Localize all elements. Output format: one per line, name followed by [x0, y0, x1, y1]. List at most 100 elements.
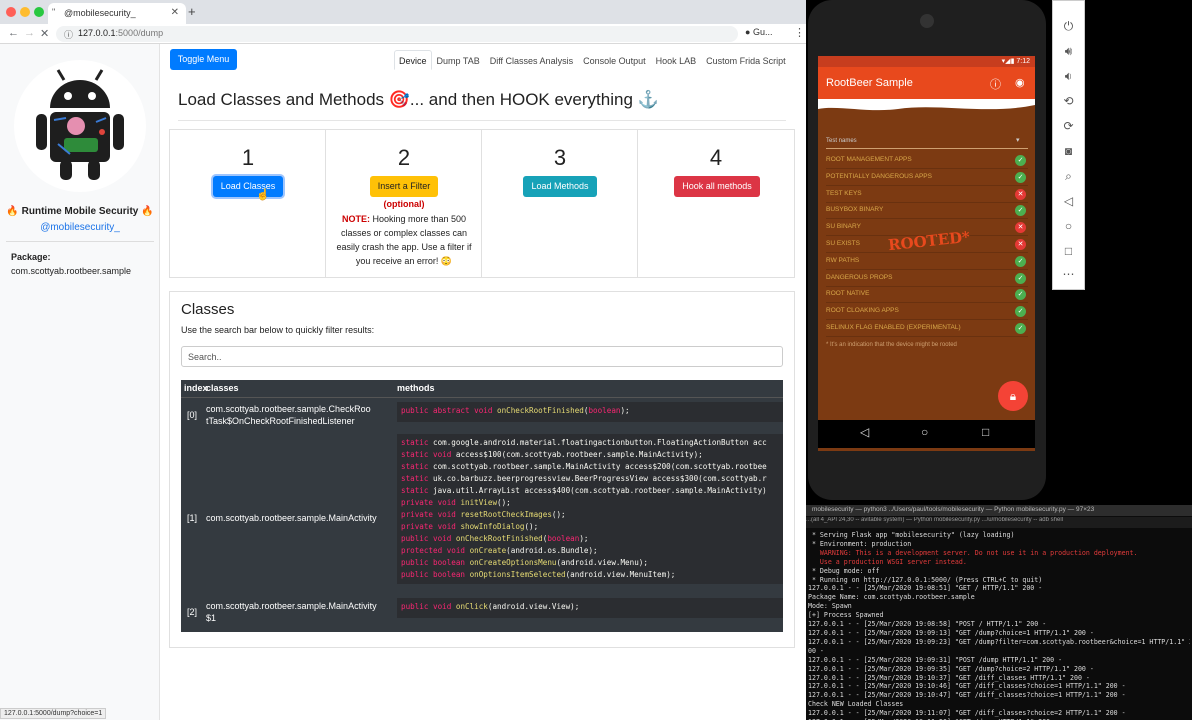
rotate-right-icon[interactable]: ⟳: [1053, 119, 1084, 133]
terminal-line: 127.0.0.1 - - [25/Mar/2020 19:10:46] "GE…: [808, 682, 1126, 691]
check-icon: ✓: [1015, 289, 1026, 301]
test-row: ROOT MANAGEMENT APPS ✓: [826, 153, 1028, 169]
wifi-icon: ▾◢▮: [1001, 58, 1017, 65]
hook-all-methods-button[interactable]: Hook all methods: [674, 176, 760, 197]
profile-button[interactable]: ● Gu...: [745, 27, 772, 37]
minimize-window-button[interactable]: [20, 7, 30, 17]
tab-title: @mobilesecurity_: [64, 8, 136, 18]
overview-icon[interactable]: □: [1053, 244, 1084, 258]
stop-icon[interactable]: ✕: [40, 27, 49, 40]
info-icon[interactable]: ⓘ: [990, 76, 1001, 92]
overview-icon[interactable]: □: [982, 425, 989, 439]
terminal-line: Check NEW Loaded Classes: [808, 700, 904, 709]
test-name: POTENTIALLY DANGEROUS APPS: [826, 172, 932, 180]
terminal-line: Mode: Spawn: [808, 602, 852, 611]
terminal-line: 127.0.0.1 - - [25/Mar/2020 19:09:35] "GE…: [808, 664, 1094, 673]
toggle-menu-button[interactable]: Toggle Menu: [170, 49, 237, 70]
check-icon: ✓: [1015, 255, 1026, 267]
step-number: 2: [397, 145, 411, 170]
load-classes-button[interactable]: Load Classes: [213, 176, 283, 197]
power-icon[interactable]: ⏻: [1053, 19, 1084, 34]
url-host: 127.0.0.1: [78, 28, 116, 38]
test-row: TEST KEYS ✕: [826, 187, 1028, 203]
browser-window: " @mobilesecurity_ ✕ + ← → ✕ ⓘ 127.0.0.1…: [0, 0, 806, 720]
check-icon: ✓: [1015, 272, 1026, 284]
terminal-tabs[interactable]: ...(all 4_API 24,30 -- avitable system) …: [806, 517, 1192, 528]
optional-label: (optional): [383, 199, 425, 209]
close-window-button[interactable]: [6, 7, 16, 17]
back-icon[interactable]: ←: [8, 27, 19, 39]
chevron-down-icon[interactable]: ▾: [1016, 136, 1020, 144]
classes-table: index classes methods [0] com.scottyab.r…: [181, 380, 783, 632]
zoom-icon[interactable]: ⌕: [1053, 169, 1084, 184]
test-name: DANGEROUS PROPS: [826, 273, 893, 281]
terminal-line: [+] Process Spawned: [808, 611, 884, 620]
tab-device[interactable]: Device: [394, 50, 432, 70]
top-nav: Device Dump TAB Diff Classes Analysis Co…: [394, 50, 791, 70]
package-value: com.scottyab.rootbeer.sample: [11, 266, 132, 276]
test-name: SELINUX FLAG ENABLED (EXPERIMENTAL): [826, 324, 961, 331]
screenshot-icon[interactable]: ◙: [1053, 144, 1084, 158]
browser-tab[interactable]: " @mobilesecurity_ ✕: [48, 3, 186, 24]
home-icon[interactable]: ○: [921, 425, 928, 439]
github-icon[interactable]: ◉: [1015, 76, 1025, 89]
lock-icon[interactable]: 🔒︎: [998, 381, 1028, 411]
test-name: SU BINARY: [826, 223, 861, 231]
tab-diff-classes[interactable]: Diff Classes Analysis: [485, 50, 578, 70]
row-index: [1]: [187, 513, 198, 523]
clock: 7:12: [1016, 58, 1030, 65]
terminal-line: Package Name: com.scottyab.rootbeer.samp…: [808, 593, 975, 602]
phone-screen: ▾◢▮ 7:12 RootBeer Sample ⓘ ◉ Test names …: [818, 56, 1035, 451]
check-icon: ✓: [1015, 306, 1026, 318]
home-icon[interactable]: ○: [1053, 219, 1084, 233]
steps-panel: 1 Load Classes ☝ 2 Insert a Filter (opti…: [169, 129, 795, 278]
rotate-left-icon[interactable]: ⟲: [1053, 94, 1084, 108]
avatar-icon: ●: [745, 27, 751, 37]
terminal-line: * Debug mode: off: [808, 566, 880, 575]
classes-heading: Classes: [181, 301, 235, 318]
volume-down-icon[interactable]: 🔉︎: [1053, 69, 1084, 84]
forward-icon[interactable]: →: [24, 27, 35, 39]
tab-hook-lab[interactable]: Hook LAB: [651, 50, 702, 70]
divider: [826, 148, 1028, 149]
terminal-line: WARNING: This is a development server. D…: [808, 548, 1138, 557]
divider: [178, 120, 786, 121]
tab-console-output[interactable]: Console Output: [578, 50, 651, 70]
terminal-line: 127.0.0.1 - - [25/Mar/2020 19:09:23] "GE…: [808, 637, 1190, 646]
test-names-header: Test names: [826, 138, 857, 144]
test-name: TEST KEYS: [826, 189, 862, 197]
check-icon: ✓: [1015, 205, 1026, 217]
terminal-line: Use a production WSGI server instead.: [808, 557, 967, 566]
maximize-window-button[interactable]: [34, 7, 44, 17]
insert-filter-button[interactable]: Insert a Filter: [370, 176, 438, 197]
step-1: 1 Load Classes ☝: [170, 130, 326, 277]
twitter-handle-link[interactable]: @mobilesecurity_: [0, 222, 160, 233]
package-label: Package:: [11, 252, 51, 262]
search-input[interactable]: [181, 346, 783, 367]
tab-dump[interactable]: Dump TAB: [432, 50, 485, 70]
tab-custom-frida-script[interactable]: Custom Frida Script: [701, 50, 791, 70]
more-icon[interactable]: ⋮: [794, 26, 805, 39]
row-index: [2]: [187, 607, 198, 617]
new-tab-icon[interactable]: +: [188, 4, 196, 19]
test-name: ROOT NATIVE: [826, 290, 870, 298]
terminal-line: 127.0.0.1 - - [25/Mar/2020 19:10:37] "GE…: [808, 673, 1090, 682]
back-icon[interactable]: ◁: [860, 425, 869, 439]
cursor-hand-icon: ☝: [256, 189, 270, 201]
url-input[interactable]: ⓘ 127.0.0.1:5000/dump: [56, 26, 738, 42]
app-toolbar: RootBeer Sample ⓘ ◉: [818, 67, 1035, 99]
test-row: SELINUX FLAG ENABLED (EXPERIMENTAL) ✓: [826, 321, 1028, 337]
volume-up-icon[interactable]: 🔊︎: [1053, 44, 1084, 59]
terminal-output: * Serving Flask app "mobilesecurity" (la…: [808, 531, 1190, 720]
test-row: DANGEROUS PROPS ✓: [826, 271, 1028, 287]
step-4: 4 Hook all methods: [638, 130, 794, 277]
test-name: ROOT MANAGEMENT APPS: [826, 156, 912, 163]
classes-subtitle: Use the search bar below to quickly filt…: [181, 325, 375, 335]
android-status-bar: ▾◢▮ 7:12: [818, 56, 1035, 67]
check-icon: ✓: [1015, 323, 1026, 334]
back-icon[interactable]: ◁: [1053, 194, 1084, 208]
terminal-line: 127.0.0.1 - - [25/Mar/2020 19:11:07] "GE…: [808, 709, 1126, 718]
more-icon[interactable]: ⋯: [1053, 267, 1084, 281]
load-methods-button[interactable]: Load Methods: [523, 176, 597, 197]
tab-close-icon[interactable]: ✕: [171, 7, 179, 18]
